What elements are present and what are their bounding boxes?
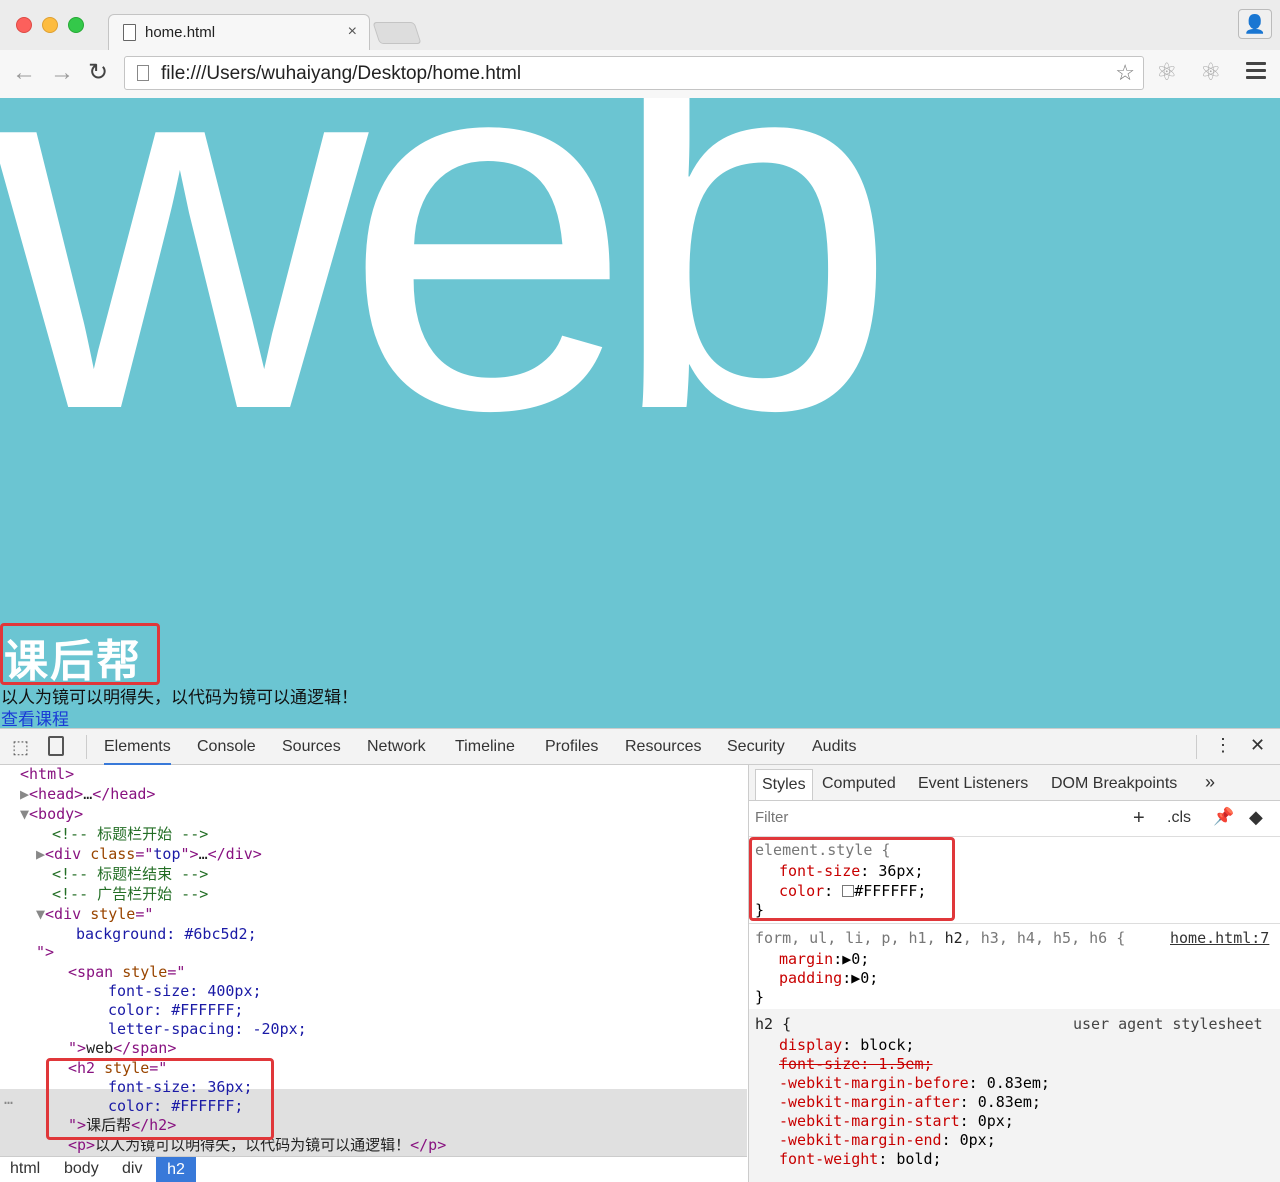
close-window-button[interactable] <box>16 17 32 33</box>
back-icon[interactable]: ← <box>12 59 36 87</box>
css-property-overridden: font-size: 1.5em; <box>779 1055 933 1073</box>
document-icon <box>123 24 136 41</box>
minimize-window-button[interactable] <box>42 17 58 33</box>
rule-selector: h2 { <box>755 1015 792 1033</box>
tab-elements[interactable]: Elements <box>104 738 171 765</box>
address-bar[interactable]: file:///Users/wuhaiyang/Desktop/home.htm… <box>124 56 1144 90</box>
css-property: -webkit-margin-after: 0.83em; <box>779 1093 1041 1111</box>
tab-security[interactable]: Security <box>727 738 785 756</box>
tab-resources[interactable]: Resources <box>625 738 701 756</box>
tab-title: home.html <box>145 24 216 41</box>
browser-toolbar: ← → ↻ file:///Users/wuhaiyang/Desktop/ho… <box>0 50 1280 98</box>
forward-icon[interactable]: → <box>50 59 74 87</box>
view-course-link[interactable]: 查看课程 <box>1 705 69 728</box>
breadcrumb-html[interactable]: html <box>10 1160 40 1178</box>
styles-filter: + .cls 📌 ◆ <box>749 801 1280 837</box>
rule-divider <box>749 923 1280 924</box>
devtools-tabbar: ⬚ Elements Console Sources Network Timel… <box>0 729 1280 765</box>
user-agent-rule: h2 { user agent stylesheet display: bloc… <box>749 1009 1280 1182</box>
menu-icon[interactable] <box>1246 62 1266 83</box>
reload-icon[interactable]: ↻ <box>88 59 108 87</box>
page-icon <box>137 65 149 81</box>
css-property: -webkit-margin-before: 0.83em; <box>779 1074 1050 1092</box>
css-property: -webkit-margin-start: 0px; <box>779 1112 1014 1130</box>
css-property[interactable]: margin:▶0; <box>779 950 869 969</box>
breadcrumb: html body div h2 <box>0 1156 747 1182</box>
css-property: -webkit-margin-end: 0px; <box>779 1131 996 1149</box>
css-property: font-weight: bold; <box>779 1150 942 1168</box>
tab-styles[interactable]: Styles <box>755 769 813 800</box>
expand-triangle-icon[interactable]: ▶ <box>20 785 29 803</box>
highlight-box <box>0 623 160 685</box>
rule-source: user agent stylesheet <box>1073 1015 1263 1033</box>
device-mode-icon[interactable] <box>48 736 64 756</box>
profile-icon[interactable]: 👤 <box>1238 9 1272 39</box>
source-link[interactable]: home.html:7 <box>1170 929 1269 948</box>
toolbar-divider <box>86 735 87 759</box>
extension-react-box-icon[interactable]: ⚛ <box>1156 58 1178 87</box>
dom-attr-end: "> <box>36 943 55 961</box>
node-ellipsis: … <box>4 1090 14 1108</box>
dom-attr-value: color: #FFFFFF; <box>108 1001 244 1019</box>
tab-console[interactable]: Console <box>197 738 256 756</box>
cls-button[interactable]: .cls <box>1167 809 1191 827</box>
devtools-panel: ⬚ Elements Console Sources Network Timel… <box>0 728 1280 1182</box>
page-viewport: web 课后帮 以人为镜可以明得失，以代码为镜可以通逻辑！ 查看课程 <box>0 98 1280 728</box>
tab-audits[interactable]: Audits <box>812 738 856 756</box>
dom-comment[interactable]: <!-- 广告栏开始 --> <box>52 885 208 904</box>
big-web-text: web <box>0 98 898 518</box>
dom-node-html[interactable]: <html> <box>20 765 74 784</box>
dom-node-body[interactable]: ▼<body> <box>20 805 83 824</box>
bookmark-star-icon[interactable]: ☆ <box>1115 60 1135 86</box>
styles-tabbar: Styles Computed Event Listeners DOM Brea… <box>749 765 1280 801</box>
tab-dom-breakpoints[interactable]: DOM Breakpoints <box>1051 775 1177 793</box>
breadcrumb-body[interactable]: body <box>64 1160 99 1178</box>
url-text[interactable]: file:///Users/wuhaiyang/Desktop/home.htm… <box>161 63 521 85</box>
collapse-triangle-icon[interactable]: ▼ <box>36 905 45 923</box>
css-property[interactable]: padding:▶0; <box>779 969 878 988</box>
highlight-box <box>749 837 955 921</box>
dom-attr-value: background: #6bc5d2; <box>76 925 257 943</box>
new-tab-button[interactable] <box>372 22 422 44</box>
browser-tab[interactable]: home.html × <box>108 14 370 50</box>
tab-event-listeners[interactable]: Event Listeners <box>918 775 1028 793</box>
tab-close-icon[interactable]: × <box>348 23 357 41</box>
dom-span-close: ">web</span> <box>68 1039 177 1057</box>
dom-node-head[interactable]: ▶<head>…</head> <box>20 785 155 804</box>
tab-sources[interactable]: Sources <box>282 738 341 756</box>
browser-chrome: home.html × 👤 ← → ↻ file:///Users/wuhaiy… <box>0 0 1280 98</box>
dom-node-div-top[interactable]: ▶<div class="top">…</div> <box>36 845 262 864</box>
inspect-element-icon[interactable]: ⬚ <box>12 737 29 758</box>
breadcrumb-div[interactable]: div <box>122 1160 142 1178</box>
breadcrumb-h2[interactable]: h2 <box>156 1157 196 1182</box>
more-options-icon[interactable]: ⋮ <box>1214 735 1232 756</box>
dom-attr-value: letter-spacing: -20px; <box>108 1020 307 1038</box>
collapse-triangle-icon[interactable]: ▼ <box>20 805 29 823</box>
pin-icon[interactable]: 📌 <box>1213 807 1234 827</box>
dom-node-div-style[interactable]: ▼<div style=" <box>36 905 153 924</box>
zoom-window-button[interactable] <box>68 17 84 33</box>
tab-computed[interactable]: Computed <box>822 775 896 793</box>
dom-node-span[interactable]: <span style=" <box>68 963 185 982</box>
dom-comment[interactable]: <!-- 标题栏结束 --> <box>52 865 208 884</box>
styles-pane: Styles Computed Event Listeners DOM Brea… <box>748 765 1280 1182</box>
tab-profiles[interactable]: Profiles <box>545 738 598 756</box>
rule-selector: form, ul, li, p, h1, h2, h3, h4, h5, h6 … <box>755 929 1126 947</box>
color-format-icon[interactable]: ◆ <box>1249 807 1263 828</box>
tab-timeline[interactable]: Timeline <box>455 738 515 756</box>
expand-triangle-icon[interactable]: ▶ <box>36 845 45 863</box>
highlight-box <box>46 1058 274 1140</box>
rule-close: } <box>755 988 765 1006</box>
more-tabs-icon[interactable]: » <box>1205 772 1215 793</box>
filter-input[interactable] <box>755 809 1095 826</box>
add-rule-icon[interactable]: + <box>1133 807 1145 830</box>
dom-comment[interactable]: <!-- 标题栏开始 --> <box>52 825 208 844</box>
elements-tree: … <html> ▶<head>…</head> ▼<body> <!-- 标题… <box>0 765 747 1182</box>
tab-network[interactable]: Network <box>367 738 426 756</box>
dom-attr-value: font-size: 400px; <box>108 982 262 1000</box>
close-devtools-icon[interactable]: ✕ <box>1250 735 1265 756</box>
css-property: display: block; <box>779 1036 915 1054</box>
toolbar-divider <box>1196 735 1197 759</box>
extension-react-icon[interactable]: ⚛ <box>1200 58 1222 87</box>
